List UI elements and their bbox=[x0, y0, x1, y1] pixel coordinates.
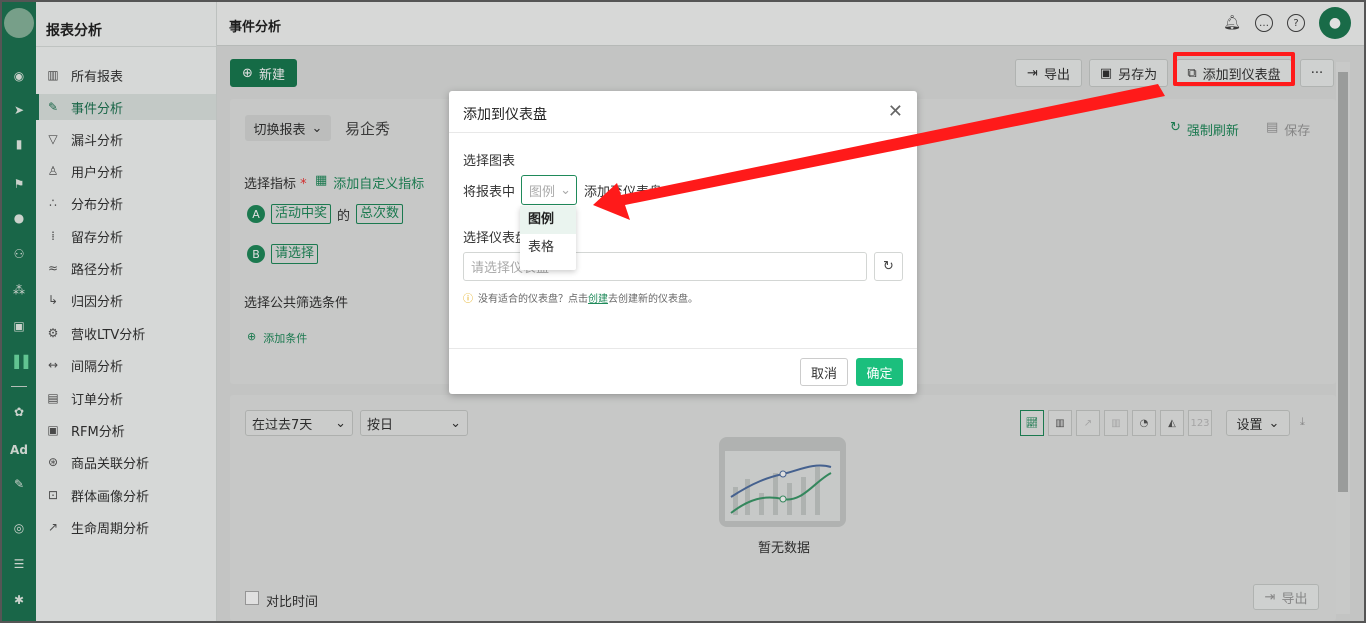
red-arrow-icon bbox=[593, 84, 1165, 220]
annotation-arrow bbox=[593, 84, 1165, 220]
